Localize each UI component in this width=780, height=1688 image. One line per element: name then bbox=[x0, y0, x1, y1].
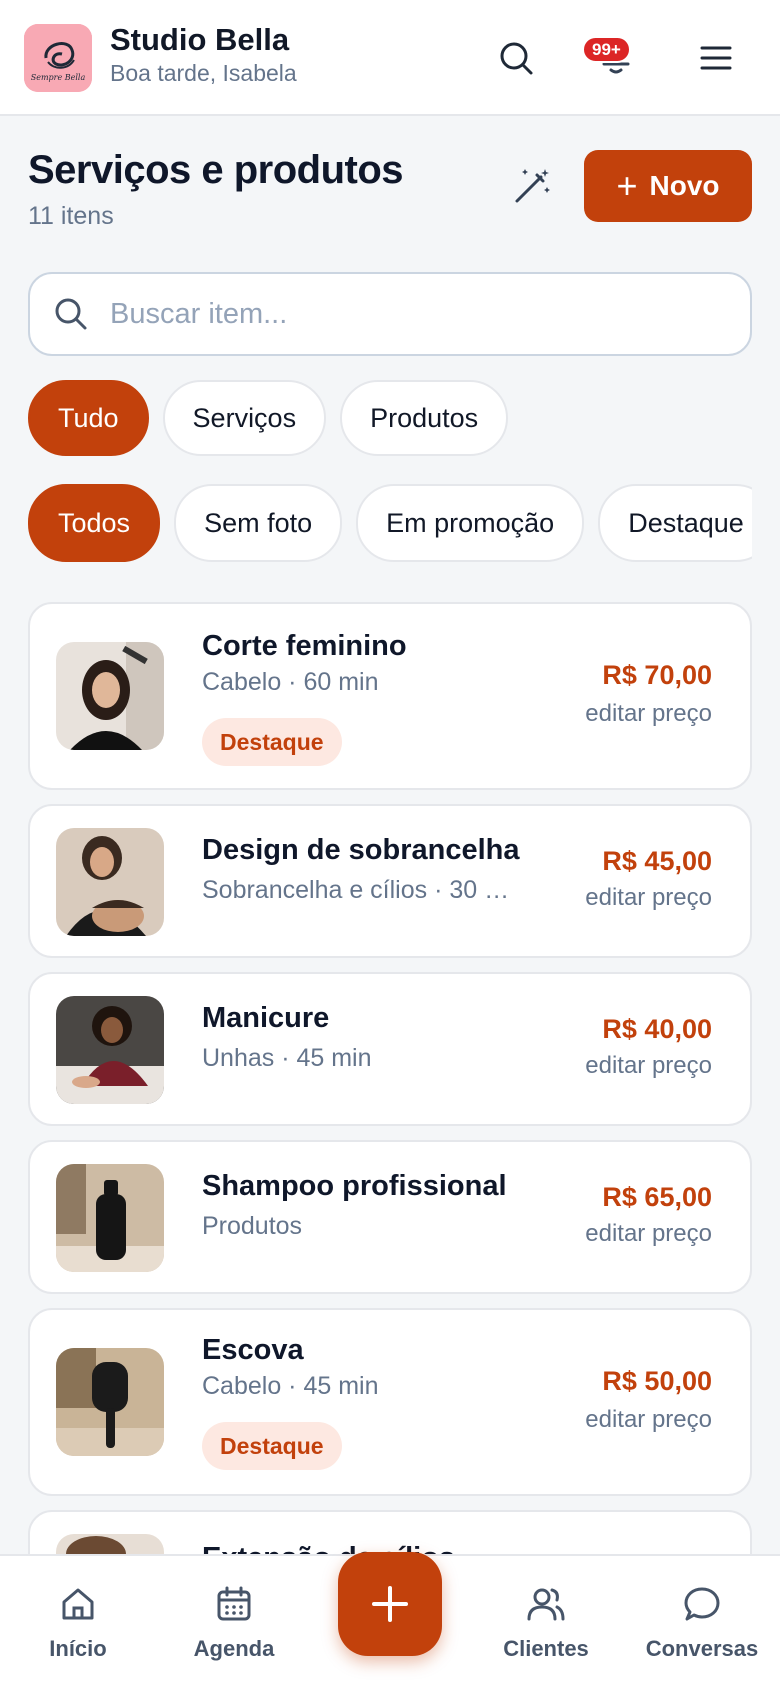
item-meta: Cabelo · 60 min bbox=[202, 668, 379, 696]
brand-logo[interactable]: Sempre Bella bbox=[24, 24, 92, 92]
nav-clients[interactable]: Clientes bbox=[476, 1584, 616, 1662]
item-thumbnail bbox=[56, 828, 164, 936]
item-price: R$ 65,00 bbox=[602, 1182, 712, 1212]
nav-label: Agenda bbox=[193, 1636, 275, 1661]
list-item[interactable]: Design de sobrancelha Sobrancelha e cíli… bbox=[28, 804, 752, 958]
lashes-photo bbox=[56, 1534, 164, 1554]
status-filter-row: Todos Sem foto Em promoção Destaque bbox=[28, 484, 752, 562]
filter-chip-all[interactable]: Tudo bbox=[28, 380, 149, 456]
nav-conversations[interactable]: Conversas bbox=[632, 1584, 772, 1662]
item-thumbnail bbox=[56, 1534, 164, 1554]
search-button[interactable] bbox=[490, 32, 542, 84]
list-item[interactable]: Shampoo profissional Produtos R$ 65,00 e… bbox=[28, 1140, 752, 1294]
item-meta: Produtos bbox=[202, 1212, 303, 1240]
add-fab-button[interactable] bbox=[338, 1552, 442, 1656]
list-item[interactable]: Manicure Unhas · 45 min R$ 40,00 editar … bbox=[28, 972, 752, 1126]
filter-chip-todos[interactable]: Todos bbox=[28, 484, 161, 562]
magic-wand-icon bbox=[515, 169, 550, 203]
search-bar[interactable] bbox=[28, 272, 752, 356]
filter-chip-no-photo[interactable]: Sem foto bbox=[174, 484, 343, 562]
featured-badge: Destaque bbox=[202, 718, 342, 766]
chat-icon bbox=[684, 1587, 720, 1621]
item-name: Design de sobrancelha bbox=[202, 834, 520, 866]
filter-chip-promotion[interactable]: Em promoção bbox=[356, 484, 585, 562]
eyebrow-photo bbox=[56, 828, 164, 936]
nav-home[interactable]: Início bbox=[8, 1584, 148, 1662]
new-item-button[interactable]: + Novo bbox=[584, 150, 752, 222]
magic-wand-button[interactable] bbox=[506, 160, 558, 212]
item-thumbnail bbox=[56, 1348, 164, 1456]
item-name: Corte feminino bbox=[202, 630, 407, 662]
page-title: Serviços e produtos bbox=[28, 148, 404, 192]
item-price: R$ 50,00 bbox=[602, 1366, 712, 1396]
haircut-photo bbox=[56, 642, 164, 750]
logo-text: Sempre Bella bbox=[31, 73, 86, 82]
edit-price-link[interactable]: editar preço bbox=[585, 884, 712, 912]
new-button-label: Novo bbox=[649, 170, 720, 201]
nav-label: Início bbox=[49, 1636, 107, 1661]
item-thumbnail bbox=[56, 996, 164, 1104]
shampoo-photo bbox=[56, 1164, 164, 1272]
list-item[interactable]: Extensão de cílios bbox=[28, 1510, 752, 1554]
item-name: Shampoo profissional bbox=[202, 1170, 507, 1202]
plus-icon: + bbox=[616, 165, 638, 206]
plus-icon bbox=[372, 1586, 408, 1622]
item-meta: Sobrancelha e cílios · 30 min bbox=[202, 876, 522, 904]
list-item[interactable]: Corte feminino Cabelo · 60 min Destaque … bbox=[28, 602, 752, 790]
calendar-icon bbox=[217, 1586, 251, 1621]
hamburger-icon bbox=[700, 46, 732, 70]
notifications-badge: 99+ bbox=[582, 36, 631, 63]
nav-label: Conversas bbox=[645, 1636, 759, 1661]
edit-price-link[interactable]: editar preço bbox=[585, 1220, 712, 1248]
brush-photo bbox=[56, 1348, 164, 1456]
menu-button[interactable] bbox=[690, 32, 742, 84]
edit-price-link[interactable]: editar preço bbox=[585, 1052, 712, 1080]
item-name: Escova bbox=[202, 1334, 304, 1366]
status-filter-scroll[interactable]: Todos Sem foto Em promoção Destaque bbox=[28, 484, 752, 564]
home-icon bbox=[62, 1588, 94, 1620]
item-price: R$ 70,00 bbox=[602, 660, 712, 690]
item-meta: Cabelo · 45 min bbox=[202, 1372, 379, 1400]
search-icon bbox=[55, 298, 87, 330]
item-name: Manicure bbox=[202, 1002, 330, 1034]
search-icon bbox=[500, 42, 533, 75]
item-list[interactable]: Corte feminino Cabelo · 60 min Destaque … bbox=[28, 602, 752, 1554]
nav-label: Clientes bbox=[503, 1636, 589, 1661]
item-price: R$ 45,00 bbox=[602, 846, 712, 876]
item-price: R$ 40,00 bbox=[602, 1014, 712, 1044]
list-item[interactable]: Escova Cabelo · 45 min Destaque R$ 50,00… bbox=[28, 1308, 752, 1496]
edit-price-link[interactable]: editar preço bbox=[585, 700, 712, 728]
filter-chip-featured[interactable]: Destaque bbox=[598, 484, 752, 562]
nav-agenda[interactable]: Agenda bbox=[164, 1584, 304, 1662]
manicure-photo bbox=[56, 996, 164, 1104]
brand-name: Studio Bella bbox=[110, 22, 290, 57]
search-input[interactable] bbox=[110, 297, 710, 331]
users-icon bbox=[527, 1588, 565, 1621]
app-header: Sempre Bella Studio Bella Boa tarde, Isa… bbox=[0, 0, 780, 116]
filter-chip-products[interactable]: Produtos bbox=[340, 380, 509, 456]
item-thumbnail bbox=[56, 642, 164, 750]
greeting: Boa tarde, Isabela bbox=[110, 60, 297, 86]
featured-badge: Destaque bbox=[202, 1422, 342, 1470]
edit-price-link[interactable]: editar preço bbox=[585, 1406, 712, 1434]
type-filter-row: Tudo Serviços Produtos bbox=[28, 380, 509, 456]
item-count: 11 itens bbox=[28, 202, 114, 230]
item-meta: Unhas · 45 min bbox=[202, 1044, 372, 1072]
filter-chip-services[interactable]: Serviços bbox=[162, 380, 327, 456]
item-thumbnail bbox=[56, 1164, 164, 1272]
